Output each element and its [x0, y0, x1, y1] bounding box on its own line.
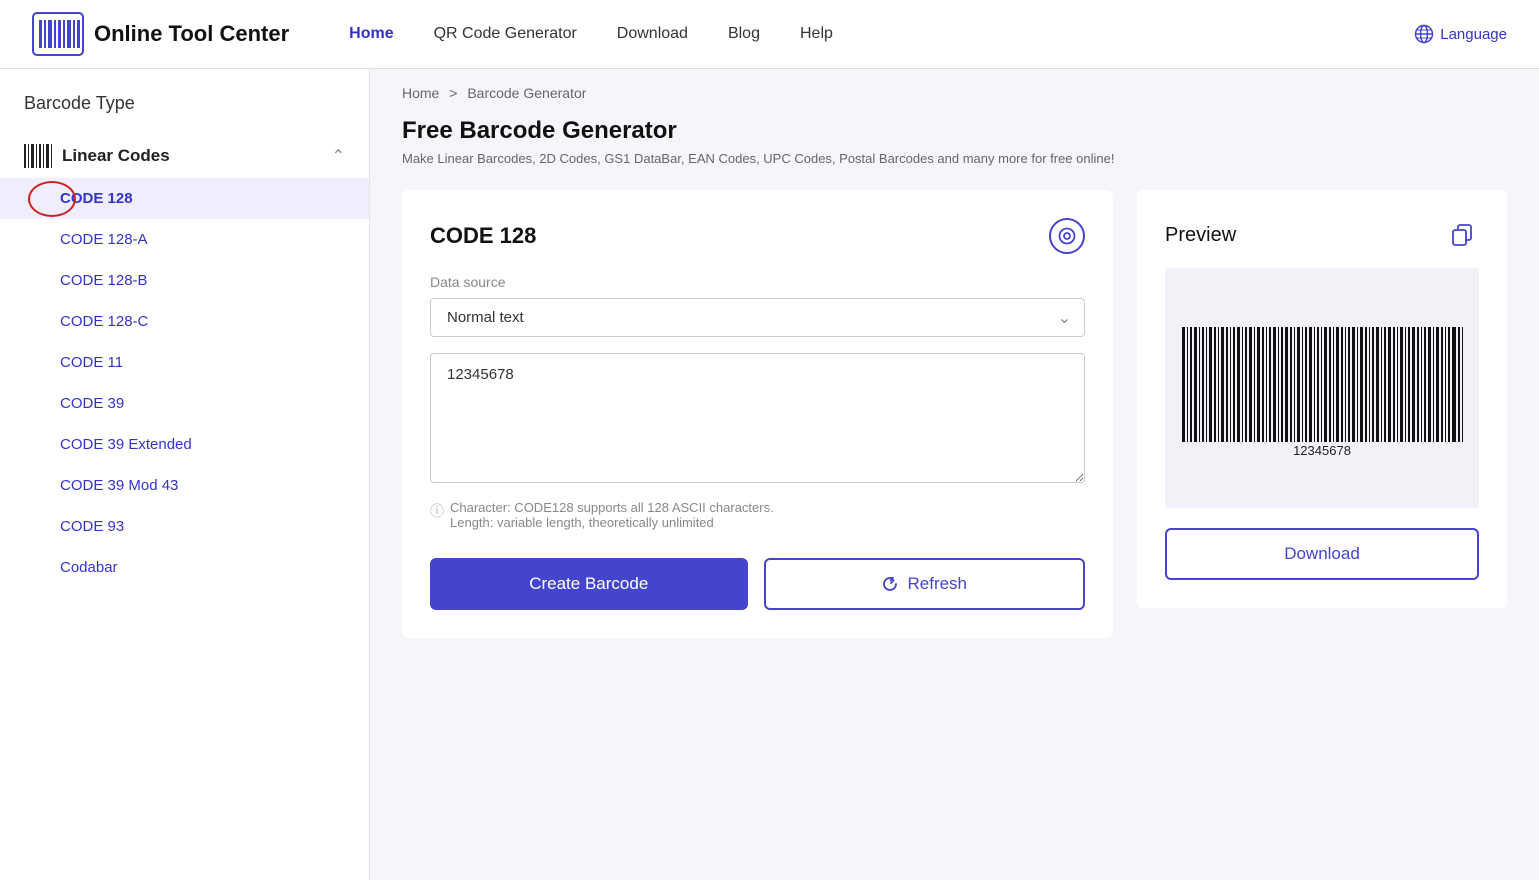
sidebar-item-code128c[interactable]: CODE 128-C — [0, 301, 369, 342]
sidebar-item-code93[interactable]: CODE 93 — [0, 506, 369, 547]
preview-card: Preview — [1137, 190, 1507, 608]
barcode-preview-area: 12345678 — [1165, 268, 1479, 508]
data-source-label: Data source — [430, 274, 1085, 290]
logo-icon — [32, 12, 84, 56]
sidebar-item-codabar[interactable]: Codabar — [0, 547, 369, 588]
barcode-icon — [24, 144, 52, 168]
data-source-select-wrapper: Normal text ⌄ — [430, 298, 1085, 337]
page-body: Barcode Type Linear Codes ⌃ CODE 128 — [0, 69, 1539, 880]
sidebar-item-code39mod43[interactable]: CODE 39 Mod 43 — [0, 465, 369, 506]
sidebar-title: Barcode Type — [0, 93, 369, 134]
logo-text: Online Tool Center — [94, 21, 289, 47]
sidebar-item-code39ext[interactable]: CODE 39 Extended — [0, 424, 369, 465]
card-title-text: CODE 128 — [430, 223, 536, 249]
page-title: Free Barcode Generator — [402, 117, 1507, 145]
card-title-row: CODE 128 — [430, 218, 1085, 254]
barcode-text-input[interactable]: 12345678 — [430, 353, 1085, 483]
data-source-select[interactable]: Normal text — [430, 298, 1085, 337]
refresh-button[interactable]: Refresh — [764, 558, 1086, 610]
sidebar-item-code128[interactable]: CODE 128 — [0, 178, 369, 219]
language-label: Language — [1440, 26, 1507, 43]
refresh-icon — [881, 575, 899, 593]
copy-button[interactable] — [1445, 218, 1479, 252]
chevron-up-icon: ⌃ — [332, 146, 345, 166]
logo: Online Tool Center — [32, 12, 289, 56]
card-row: CODE 128 Data source Normal text — [402, 190, 1507, 638]
linear-codes-label: Linear Codes — [62, 146, 170, 166]
barcode-config-card: CODE 128 Data source Normal text — [402, 190, 1113, 638]
svg-text:12345678: 12345678 — [1293, 443, 1351, 457]
nav-blog[interactable]: Blog — [728, 25, 760, 43]
info-icon: ⓘ — [430, 501, 444, 521]
download-button[interactable]: Download — [1165, 528, 1479, 580]
copy-icon — [1450, 223, 1474, 247]
breadcrumb: Home > Barcode Generator — [370, 69, 1539, 117]
main-inner: Free Barcode Generator Make Linear Barco… — [370, 117, 1539, 678]
breadcrumb-current: Barcode Generator — [467, 85, 586, 101]
settings-icon — [1058, 227, 1076, 245]
char-info-text: Character: CODE128 supports all 128 ASCI… — [450, 500, 774, 530]
nav-qr[interactable]: QR Code Generator — [434, 25, 577, 43]
sidebar: Barcode Type Linear Codes ⌃ CODE 128 — [0, 69, 370, 880]
nav-download[interactable]: Download — [617, 25, 688, 43]
char-info: ⓘ Character: CODE128 supports all 128 AS… — [430, 500, 1085, 530]
create-barcode-button[interactable]: Create Barcode — [430, 558, 748, 610]
settings-button[interactable] — [1049, 218, 1085, 254]
linear-codes-header-left: Linear Codes — [24, 144, 170, 168]
breadcrumb-home[interactable]: Home — [402, 85, 439, 101]
header: Online Tool Center Home QR Code Generato… — [0, 0, 1539, 69]
main-content: Home > Barcode Generator Free Barcode Ge… — [370, 69, 1539, 880]
sidebar-item-code128a[interactable]: CODE 128-A — [0, 219, 369, 260]
preview-title-text: Preview — [1165, 224, 1236, 247]
breadcrumb-separator: > — [449, 85, 457, 101]
sidebar-item-code128b[interactable]: CODE 128-B — [0, 260, 369, 301]
sidebar-item-code39[interactable]: CODE 39 — [0, 383, 369, 424]
nav-home[interactable]: Home — [349, 25, 393, 43]
sidebar-item-code11[interactable]: CODE 11 — [0, 342, 369, 383]
main-nav: Home QR Code Generator Download Blog Hel… — [349, 25, 1374, 43]
language-button[interactable]: Language — [1414, 24, 1507, 44]
nav-help[interactable]: Help — [800, 25, 833, 43]
action-buttons: Create Barcode Refresh — [430, 558, 1085, 610]
refresh-label: Refresh — [907, 574, 967, 594]
barcode-svg: 12345678 — [1172, 327, 1472, 457]
linear-codes-section[interactable]: Linear Codes ⌃ — [0, 134, 369, 178]
globe-icon — [1414, 24, 1434, 44]
preview-title-row: Preview — [1165, 218, 1479, 252]
page-subtitle: Make Linear Barcodes, 2D Codes, GS1 Data… — [402, 151, 1507, 166]
